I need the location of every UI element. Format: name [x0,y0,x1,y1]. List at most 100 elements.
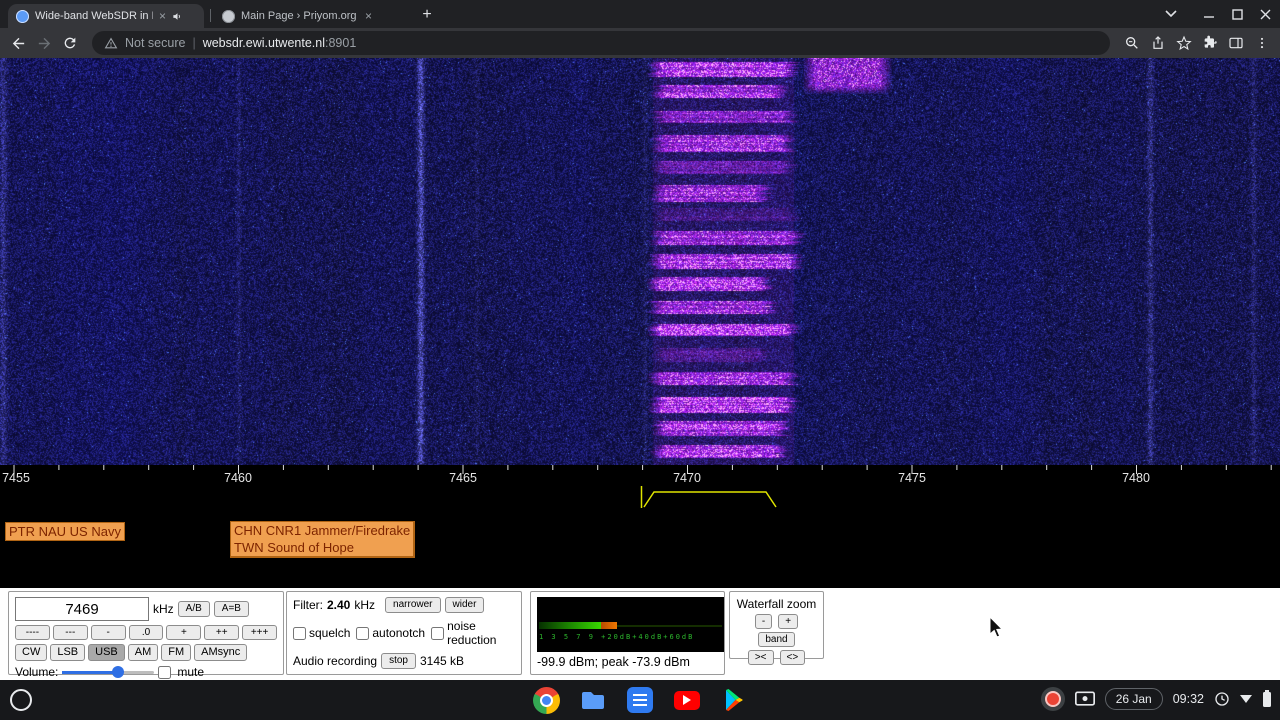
tab-close-icon[interactable]: × [159,9,166,23]
not-secure-warning-icon [104,37,118,48]
step-up-2-button[interactable]: ++ [204,625,240,640]
screen-record-stop-button[interactable] [1040,687,1065,711]
freq-tick-label: 7475 [898,471,926,485]
autonotch-checkbox[interactable] [356,626,370,640]
youtube-app-icon[interactable] [673,686,701,714]
mute-checkbox[interactable] [158,665,172,679]
tab-strip: Wide-band WebSDR in Ensch × Main Page › … [0,0,1280,28]
play-store-app-icon[interactable] [720,686,748,714]
window-maximize-button[interactable] [1228,6,1246,22]
noise-reduction-checkbox[interactable] [431,626,445,640]
tab-close-icon[interactable]: × [365,9,372,23]
audio-recording-label: Audio recording [293,654,378,668]
stop-recording-button[interactable]: stop [381,653,416,669]
browser-menu-dots-icon[interactable] [1250,31,1274,55]
station-label-text: CHN CNR1 Jammer/Firedrake [234,523,411,538]
filter-group: Filter: 2.40 kHz narrower wider squelch … [286,591,522,675]
zoom-out-button[interactable]: <> [779,650,806,665]
freq-tick-label: 7480 [1122,471,1150,485]
address-bar[interactable]: Not secure | websdr.ewi.utwente.nl:8901 [92,31,1110,55]
tab-priyom[interactable]: Main Page › Priyom.org × [214,4,406,28]
mode-usb-button[interactable]: USB [88,644,125,662]
websdr-favicon-globe-icon [16,9,29,23]
zoom-band-button[interactable]: band [758,632,795,647]
zoom-plus-button[interactable]: + [778,614,799,629]
battery-icon [1263,690,1271,707]
station-label-firedrake[interactable]: CHN CNR1 Jammer/Firedrake TWN Sound of H… [230,521,416,558]
smeter-group: 1 3 5 7 9 +20dB+40dB+60dB -99.9 dBm; pea… [530,591,725,675]
chrome-app-icon[interactable] [532,686,560,714]
extensions-puzzle-icon[interactable] [1198,31,1222,55]
step-down-1-button[interactable]: - [90,625,126,640]
volume-slider[interactable] [62,666,155,679]
window-close-button[interactable] [1256,6,1274,22]
window-minimize-button[interactable] [1200,6,1218,22]
receiver-controls: kHz A/B A=B ---- --- - .0 + ++ +++ CW LS… [0,588,1280,680]
waterfall-display[interactable] [0,58,1280,465]
bookmark-star-icon[interactable] [1172,31,1196,55]
step-up-1-button[interactable]: + [166,625,202,640]
priyom-favicon-globe-icon [222,9,235,23]
reload-button[interactable] [58,31,82,55]
status-tray[interactable]: 26 Jan 09:32 [1040,687,1272,711]
step-down-2-button[interactable]: --- [52,625,88,640]
step-up-3-button[interactable]: +++ [242,625,278,640]
screencast-icon[interactable] [1074,691,1095,707]
zoom-minus-button[interactable]: - [754,614,773,629]
smeter-scale-text: 1 3 5 7 9 +20dB+40dB+60dB [539,633,695,641]
new-tab-button[interactable]: + [416,4,438,26]
recorded-size-value: 3145 kB [419,654,465,668]
station-label-ptr-nau[interactable]: PTR NAU US Navy [5,522,125,541]
signal-icon [1240,695,1252,703]
clock-time[interactable]: 09:32 [1173,692,1204,706]
waterfall-zoom-title: Waterfall zoom [736,597,817,611]
step-zero-button[interactable]: .0 [128,625,164,640]
tabstrip-chevron-down-icon[interactable] [1162,6,1180,22]
back-button[interactable] [6,31,30,55]
a-equals-b-button[interactable]: A=B [213,601,249,617]
mode-amsync-button[interactable]: AMsync [194,644,248,662]
tab-websdr[interactable]: Wide-band WebSDR in Ensch × [8,4,204,28]
ab-button[interactable]: A/B [177,601,210,617]
share-icon[interactable] [1146,31,1170,55]
frequency-scale-area[interactable]: 7455 7460 7465 7470 7475 7480 PTR NAU US… [0,465,1280,588]
passband-indicator[interactable] [0,485,1280,511]
frequency-input[interactable] [15,597,149,621]
freq-tick-label: 7460 [224,471,252,485]
url-text[interactable]: websdr.ewi.utwente.nl:8901 [203,36,357,50]
forward-button[interactable] [32,31,56,55]
launcher-button[interactable] [10,689,32,711]
step-down-3-button[interactable]: ---- [15,625,50,640]
url-host: websdr.ewi.utwente.nl [202,36,325,50]
smeter-signal-bar [539,622,601,629]
zoom-in-button[interactable]: >< [747,650,774,665]
not-secure-label[interactable]: Not secure [125,36,185,50]
mode-am-button[interactable]: AM [127,644,159,662]
filter-unit-label: kHz [354,598,376,612]
url-port: :8901 [325,36,357,50]
squelch-checkbox[interactable] [293,626,306,640]
filter-bandwidth-value: 2.40 [327,598,351,612]
browser-toolbar: Not secure | websdr.ewi.utwente.nl:8901 [0,28,1280,58]
chromeos-shelf: 26 Jan 09:32 [0,680,1280,720]
zoom-icon[interactable] [1120,31,1144,55]
tab-audio-speaker-icon[interactable] [172,11,183,22]
narrower-button[interactable]: narrower [385,597,441,613]
mode-fm-button[interactable]: FM [161,644,192,662]
volume-label: Volume: [15,665,59,680]
files-app-icon[interactable] [579,686,607,714]
date-badge[interactable]: 26 Jan [1104,688,1163,710]
smeter-reading-text: -99.9 dBm; peak -73.9 dBm [537,655,690,669]
wider-button[interactable]: wider [444,597,485,613]
freq-tick-label: 7455 [2,471,30,485]
side-panel-icon[interactable] [1224,31,1248,55]
mode-lsb-button[interactable]: LSB [50,644,86,662]
blue-list-app-icon[interactable] [626,686,654,714]
frequency-ticks [13,465,1272,474]
volume-slider-thumb[interactable] [112,666,125,679]
station-label-text: PTR NAU US Navy [9,524,121,539]
freq-tick-label: 7465 [449,471,477,485]
tab-divider [210,9,211,22]
mode-cw-button[interactable]: CW [15,644,48,662]
smeter-peak-bar [601,622,617,629]
